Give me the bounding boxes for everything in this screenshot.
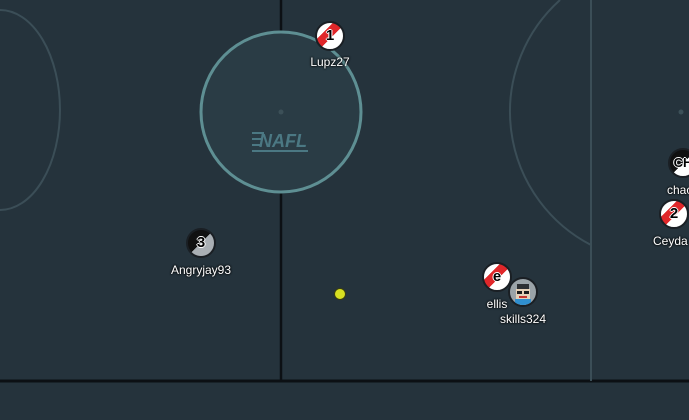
logo-text: NAFL — [259, 131, 307, 151]
player-number: CH — [673, 155, 689, 170]
player-number: 1 — [325, 27, 335, 44]
player-name-lupz27: Lupz27 — [310, 55, 350, 69]
right-spot — [678, 109, 684, 115]
player-name-chad: chac — [667, 183, 689, 197]
player-number: 3 — [196, 234, 206, 251]
ball — [334, 288, 346, 300]
player-name-ceyda: Ceyda — [653, 234, 688, 248]
player-token-ceyda[interactable]: 2 — [659, 199, 689, 229]
player-token-angryjay93[interactable]: 3 — [186, 228, 216, 258]
avatar-face-icon — [515, 284, 531, 305]
nafl-logo: NAFL — [252, 131, 308, 152]
player-token-skills324[interactable] — [508, 277, 538, 307]
player-token-chad[interactable]: CH — [668, 148, 689, 178]
center-spot — [278, 109, 284, 115]
game-field: NAFL 1 Lupz27 3 Angryjay93 e ellis skill… — [0, 0, 689, 415]
player-token-lupz27[interactable]: 1 — [315, 21, 345, 51]
player-name-angryjay93: Angryjay93 — [170, 263, 232, 277]
player-name-skills324: skills324 — [499, 312, 547, 326]
player-avatar — [508, 277, 538, 307]
player-name-ellis: ellis — [486, 297, 508, 311]
player-number: 2 — [669, 205, 679, 222]
